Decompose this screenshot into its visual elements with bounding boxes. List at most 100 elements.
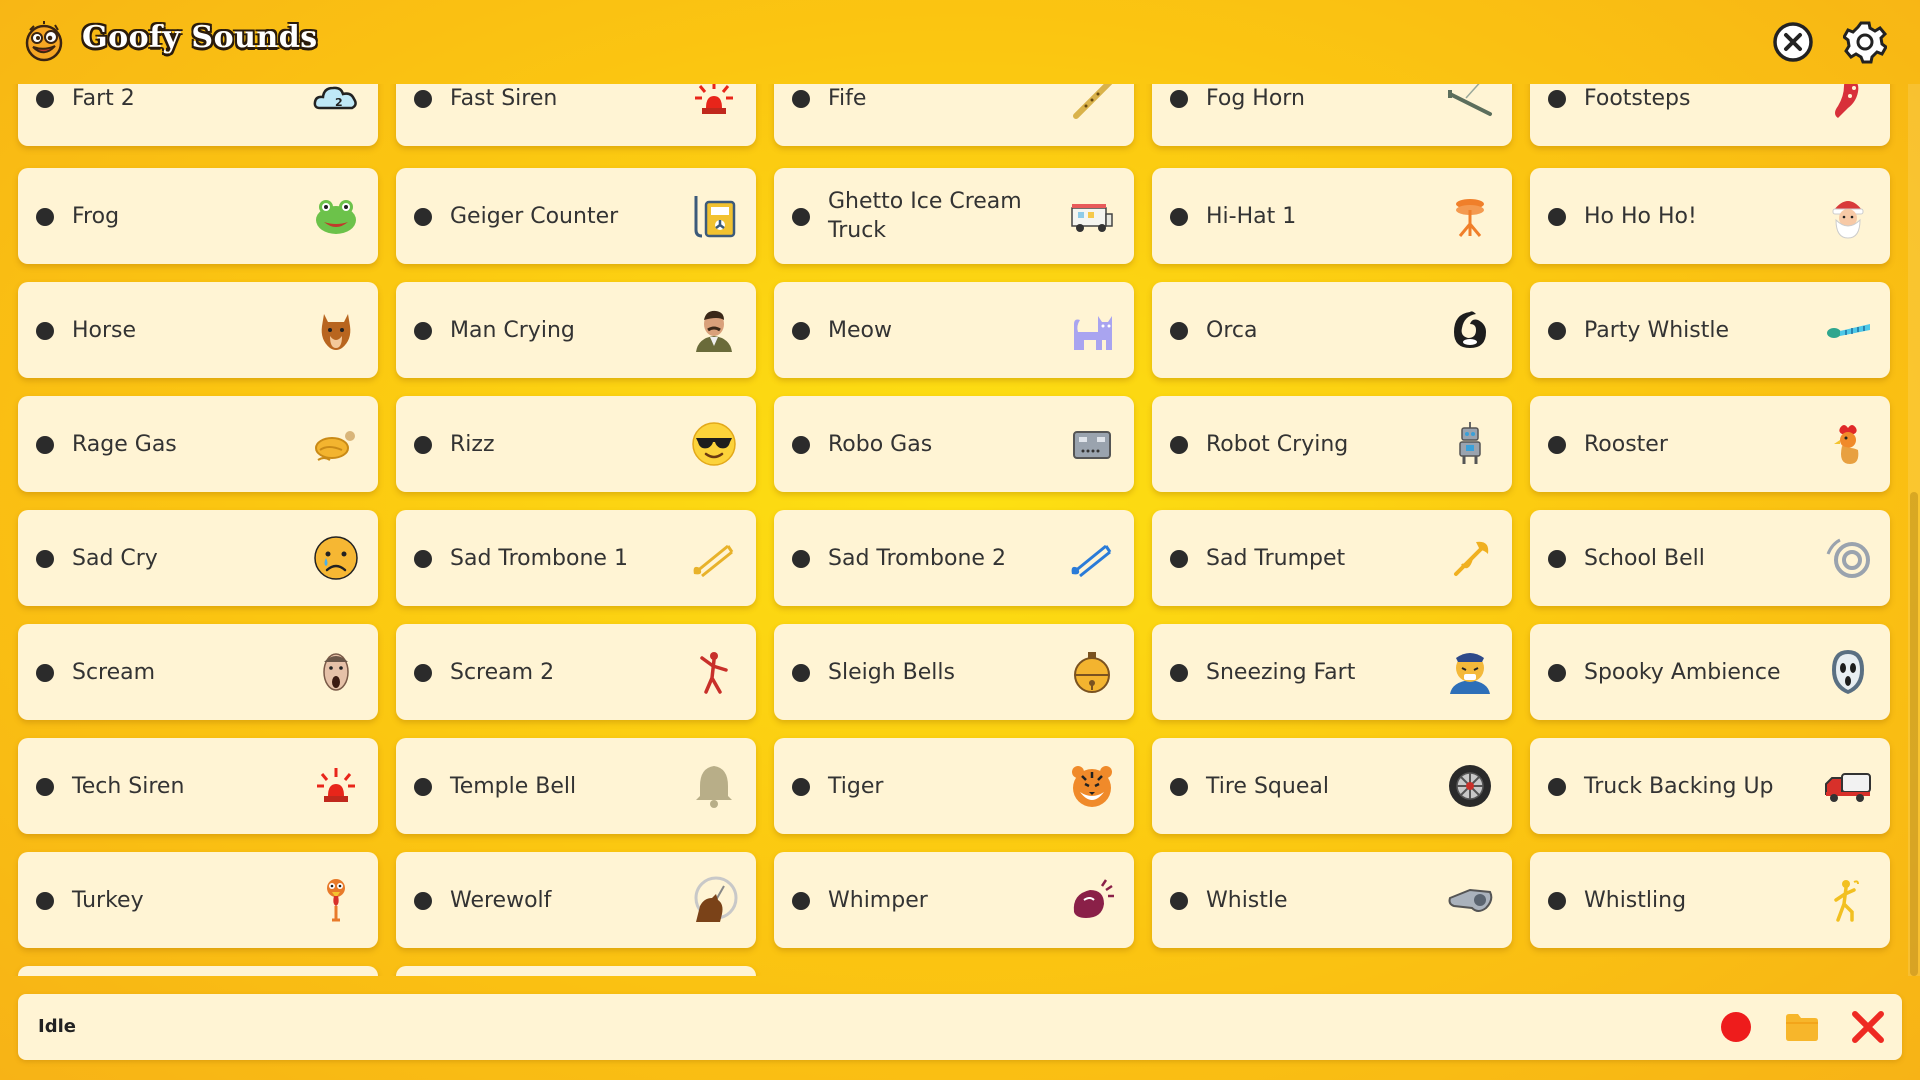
sound-card-rage-gas[interactable]: Rage Gas	[18, 396, 378, 492]
bullet-dot	[36, 322, 54, 340]
bullet-dot	[1548, 778, 1566, 796]
sound-card-robo-gas[interactable]: Robo Gas	[774, 396, 1134, 492]
sound-card-sneezing-fart[interactable]: Sneezing Fart	[1152, 624, 1512, 720]
bullet-dot	[1170, 664, 1188, 682]
sound-card-truck-backing-up[interactable]: Truck Backing Up	[1530, 738, 1890, 834]
clear-button[interactable]	[1850, 1009, 1886, 1045]
sound-card-fife[interactable]: Fife	[774, 84, 1134, 146]
bullet-dot	[414, 90, 432, 108]
sound-card-fast-siren[interactable]: Fast Siren	[396, 84, 756, 146]
sound-card-whimper[interactable]: Whimper	[774, 852, 1134, 948]
trumpet-icon	[1454, 541, 1489, 576]
bullet-dot	[792, 550, 810, 568]
tire-icon	[1449, 765, 1491, 807]
man-crying-icon	[696, 310, 732, 352]
folder-button[interactable]	[1784, 1009, 1820, 1045]
record-button[interactable]	[1718, 1009, 1754, 1045]
sound-card-school-bell[interactable]: School Bell	[1530, 510, 1890, 606]
bullet-dot	[1548, 90, 1566, 108]
status-text: Idle	[38, 1016, 76, 1037]
sound-card-whistle[interactable]: Whistle	[1152, 852, 1512, 948]
sound-card-werewolf[interactable]: Werewolf	[396, 852, 756, 948]
sound-label: Orca	[1206, 317, 1258, 343]
sound-card-frog[interactable]: Frog	[18, 168, 378, 264]
sound-label: Geiger Counter	[450, 203, 619, 229]
sound-card-orca[interactable]: Orca	[1152, 282, 1512, 378]
bullet-dot	[1170, 436, 1188, 454]
scream-figure-icon	[700, 652, 728, 694]
geiger-counter-icon	[694, 196, 736, 238]
sound-card-geiger-counter[interactable]: Geiger Counter	[396, 168, 756, 264]
sound-label: Sad Trumpet	[1206, 545, 1346, 571]
sound-card-sad-trombone-2[interactable]: Sad Trombone 2	[774, 510, 1134, 606]
sound-card-rooster[interactable]: Rooster	[1530, 396, 1890, 492]
sound-label: Fog Horn	[1206, 85, 1305, 111]
sound-card-scream-2[interactable]: Scream 2	[396, 624, 756, 720]
sound-label: School Bell	[1584, 545, 1705, 571]
screaming-face-icon	[323, 653, 349, 691]
sound-card-partial[interactable]	[396, 966, 756, 976]
sound-card-turkey[interactable]: Turkey	[18, 852, 378, 948]
bullet-dot	[1170, 892, 1188, 910]
bullet-dot	[1170, 322, 1188, 340]
sound-card-fog-horn[interactable]: Fog Horn	[1152, 84, 1512, 146]
bullet-dot	[414, 550, 432, 568]
app-title: Goofy Sounds	[82, 20, 318, 55]
sound-label: Tech Siren	[72, 773, 185, 799]
sound-label: Sleigh Bells	[828, 659, 955, 685]
sound-card-ho-ho-ho[interactable]: Ho Ho Ho!	[1530, 168, 1890, 264]
sound-card-scream[interactable]: Scream	[18, 624, 378, 720]
horse-icon	[321, 314, 351, 350]
tiger-icon	[1072, 766, 1112, 807]
sound-label: Party Whistle	[1584, 317, 1729, 343]
trombone-icon	[693, 544, 734, 578]
sound-label: Sad Trombone 2	[828, 545, 1006, 571]
sound-card-sad-trumpet[interactable]: Sad Trumpet	[1152, 510, 1512, 606]
sound-card-whistling[interactable]: Whistling	[1530, 852, 1890, 948]
settings-gear-button[interactable]	[1843, 20, 1887, 64]
sound-label: Rooster	[1584, 431, 1668, 457]
scrollbar-thumb[interactable]	[1910, 492, 1918, 976]
bullet-dot	[1170, 208, 1188, 226]
svg-text:2: 2	[335, 96, 343, 109]
sound-label: Spooky Ambience	[1584, 659, 1781, 685]
sound-card-tech-siren[interactable]: Tech Siren	[18, 738, 378, 834]
sound-card-sad-trombone-1[interactable]: Sad Trombone 1	[396, 510, 756, 606]
sound-card-footsteps[interactable]: Footsteps	[1530, 84, 1890, 146]
bullet-dot	[1548, 208, 1566, 226]
sound-card-horse[interactable]: Horse	[18, 282, 378, 378]
sound-card-hi-hat-1[interactable]: Hi-Hat 1	[1152, 168, 1512, 264]
bullet-dot	[792, 322, 810, 340]
sound-card-party-whistle[interactable]: Party Whistle	[1530, 282, 1890, 378]
sound-card-man-crying[interactable]: Man Crying	[396, 282, 756, 378]
sunglasses-face-icon	[692, 422, 736, 466]
sound-label: Fart 2	[72, 85, 135, 111]
sound-card-partial[interactable]	[18, 966, 378, 976]
sound-card-sleigh-bells[interactable]: Sleigh Bells	[774, 624, 1134, 720]
close-circle-button[interactable]	[1771, 20, 1815, 64]
bullet-dot	[792, 436, 810, 454]
sound-label: Hi-Hat 1	[1206, 203, 1297, 229]
sound-card-temple-bell[interactable]: Temple Bell	[396, 738, 756, 834]
sound-card-spooky-ambience[interactable]: Spooky Ambience	[1530, 624, 1890, 720]
sound-card-ghetto-ice-cream-truck[interactable]: Ghetto Ice Cream Truck	[774, 168, 1134, 264]
sound-label: Whistling	[1584, 887, 1687, 913]
ghost-mask-icon	[1832, 650, 1864, 694]
sound-label: Robot Crying	[1206, 431, 1349, 457]
sound-card-rizz[interactable]: Rizz	[396, 396, 756, 492]
sad-face-icon	[314, 536, 358, 580]
bullet-dot	[1170, 550, 1188, 568]
bullet-dot	[1170, 778, 1188, 796]
sound-card-sad-cry[interactable]: Sad Cry	[18, 510, 378, 606]
sound-label: Whimper	[828, 887, 928, 913]
sound-card-meow[interactable]: Meow	[774, 282, 1134, 378]
sound-card-fart-2[interactable]: Fart 2 2	[18, 84, 378, 146]
sound-card-tire-squeal[interactable]: Tire Squeal	[1152, 738, 1512, 834]
bell-ring-icon	[1826, 538, 1870, 578]
sound-card-robot-crying[interactable]: Robot Crying	[1152, 396, 1512, 492]
sound-label: Frog	[72, 203, 120, 229]
bullet-dot	[792, 664, 810, 682]
sound-card-tiger[interactable]: Tiger	[774, 738, 1134, 834]
footprint-icon	[1835, 84, 1859, 118]
bullet-dot	[1548, 550, 1566, 568]
